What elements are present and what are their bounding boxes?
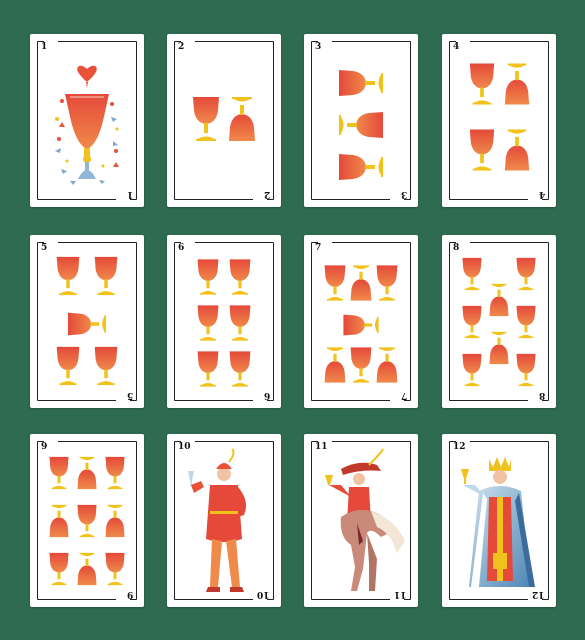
five-cups-icon [56,256,118,386]
card-7[interactable]: 7 7 [304,235,418,408]
knight-on-horse-icon [325,448,405,591]
nine-cups-icon [49,456,125,586]
card-5[interactable]: 5 5 [30,235,144,408]
king-figure-icon [461,457,535,587]
card-9[interactable]: 9 9 [30,434,144,607]
card-3[interactable]: 3 3 [304,34,418,207]
two-cups-icon [193,97,255,141]
card-1[interactable]: 1 1 [30,34,144,207]
card-10[interactable]: 10 10 [167,434,281,607]
card-8[interactable]: 8 8 [442,235,556,408]
ace-of-cups-icon [55,65,119,185]
card-12[interactable]: 12 12 [442,434,556,607]
three-cups-icon [339,70,383,180]
card-2[interactable]: 2 2 [167,34,281,207]
card-4[interactable]: 4 4 [442,34,556,207]
seven-cups-icon [324,265,398,383]
page-figure-icon [188,448,246,592]
card-11[interactable]: 11 11 [304,434,418,607]
eight-cups-icon [462,257,536,387]
six-cups-icon [197,259,251,387]
four-cups-icon [469,63,530,171]
card-6[interactable]: 6 6 [167,235,281,408]
